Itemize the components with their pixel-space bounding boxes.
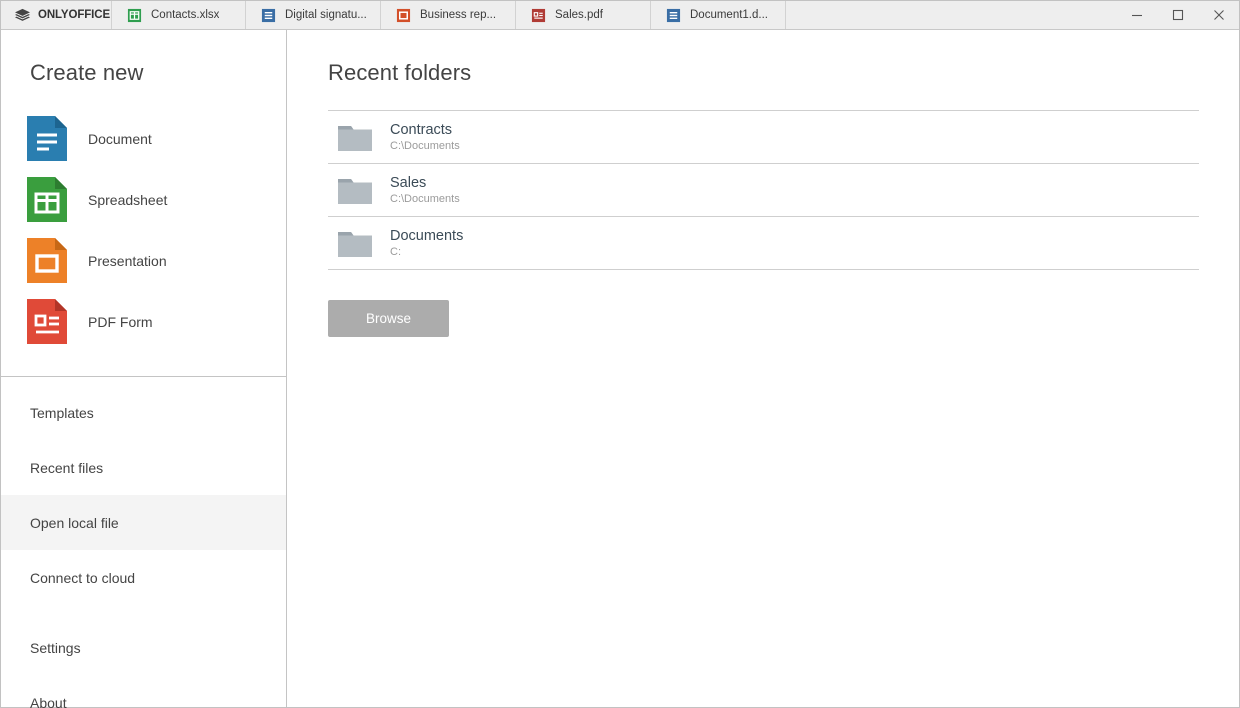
create-item-label: Presentation [88,253,167,269]
folder-name: Documents [390,228,463,244]
document-file-icon [261,8,276,23]
tab-sales-pdf[interactable]: Sales.pdf [516,1,651,29]
create-item-label: PDF Form [88,314,153,330]
folder-path: C:\Documents [390,193,460,205]
recent-folders-list: Contracts C:\Documents Sales C:\Document… [328,110,1199,270]
titlebar: ONLYOFFICE Contacts.xlsx [1,1,1239,30]
recent-folder-row[interactable]: Sales C:\Documents [328,164,1199,217]
sidebar-item-open-local-file[interactable]: Open local file [1,495,286,550]
recent-folder-texts: Documents C: [390,228,463,258]
sidebar-item-about[interactable]: About [1,675,286,708]
folder-path: C: [390,246,463,258]
onlyoffice-window: ONLYOFFICE Contacts.xlsx [0,0,1240,708]
create-item-label: Document [88,131,152,147]
folder-icon [338,229,372,257]
brand-name: ONLYOFFICE [38,9,110,21]
tab-label: Business rep... [420,9,496,21]
tab-contacts-xlsx[interactable]: Contacts.xlsx [111,1,246,29]
maximize-button[interactable] [1157,1,1198,29]
create-spreadsheet-item[interactable]: Spreadsheet [1,169,286,230]
spreadsheet-icon [27,177,67,222]
presentation-file-icon [396,8,411,23]
create-new-list: Document Spreadsheet [1,108,286,376]
browse-button[interactable]: Browse [328,300,449,337]
recent-folder-texts: Sales C:\Documents [390,175,460,205]
tab-business-report[interactable]: Business rep... [381,1,516,29]
tab-label: Digital signatu... [285,9,367,21]
spreadsheet-file-icon [127,8,142,23]
create-new-section: Create new Document [1,30,286,377]
recent-folder-row[interactable]: Documents C: [328,217,1199,270]
recent-folder-row[interactable]: Contracts C:\Documents [328,111,1199,164]
close-icon [1213,9,1225,21]
close-button[interactable] [1198,1,1239,29]
sidebar-item-label: Settings [30,640,81,656]
sidebar-item-connect-to-cloud[interactable]: Connect to cloud [1,550,286,605]
maximize-icon [1172,9,1184,21]
document-file-icon [666,8,681,23]
sidebar-item-label: Recent files [30,460,103,476]
main-content: Recent folders Contracts C:\Documents [287,30,1239,707]
sidebar-item-label: Templates [30,405,94,421]
titlebar-spacer [786,1,1116,29]
sidebar-item-label: About [30,695,67,708]
window-controls [1116,1,1239,29]
sidebar-item-settings[interactable]: Settings [1,620,286,675]
create-pdf-form-item[interactable]: PDF Form [1,291,286,352]
minimize-icon [1131,9,1143,21]
sidebar-item-recent-files[interactable]: Recent files [1,440,286,495]
left-panel: Create new Document [1,30,287,707]
tab-label: Contacts.xlsx [151,9,219,21]
folder-name: Sales [390,175,460,191]
tab-label: Document1.d... [690,9,768,21]
create-new-title: Create new [1,60,286,108]
folder-name: Contracts [390,122,460,138]
pdf-form-icon [27,299,67,344]
minimize-button[interactable] [1116,1,1157,29]
folder-icon [338,176,372,204]
pdfform-file-icon [531,8,546,23]
brand: ONLYOFFICE [1,1,111,29]
sidebar-item-templates[interactable]: Templates [1,385,286,440]
window-body: Create new Document [1,30,1239,707]
document-icon [27,116,67,161]
page-title: Recent folders [328,60,1199,110]
sidebar-item-label: Open local file [30,515,119,531]
sidebar-nav: Templates Recent files Open local file C… [1,377,286,708]
tab-digital-signature[interactable]: Digital signatu... [246,1,381,29]
tab-label: Sales.pdf [555,9,603,21]
sidebar-nav-gap [1,605,286,620]
sidebar-item-label: Connect to cloud [30,570,135,586]
recent-folder-texts: Contracts C:\Documents [390,122,460,152]
create-presentation-item[interactable]: Presentation [1,230,286,291]
presentation-icon [27,238,67,283]
create-document-item[interactable]: Document [1,108,286,169]
tab-document1[interactable]: Document1.d... [651,1,786,29]
create-item-label: Spreadsheet [88,192,167,208]
folder-path: C:\Documents [390,140,460,152]
layers-stack-icon [14,8,31,23]
tab-strip: Contacts.xlsx Digital signatu... Busines [111,1,786,29]
folder-icon [338,123,372,151]
